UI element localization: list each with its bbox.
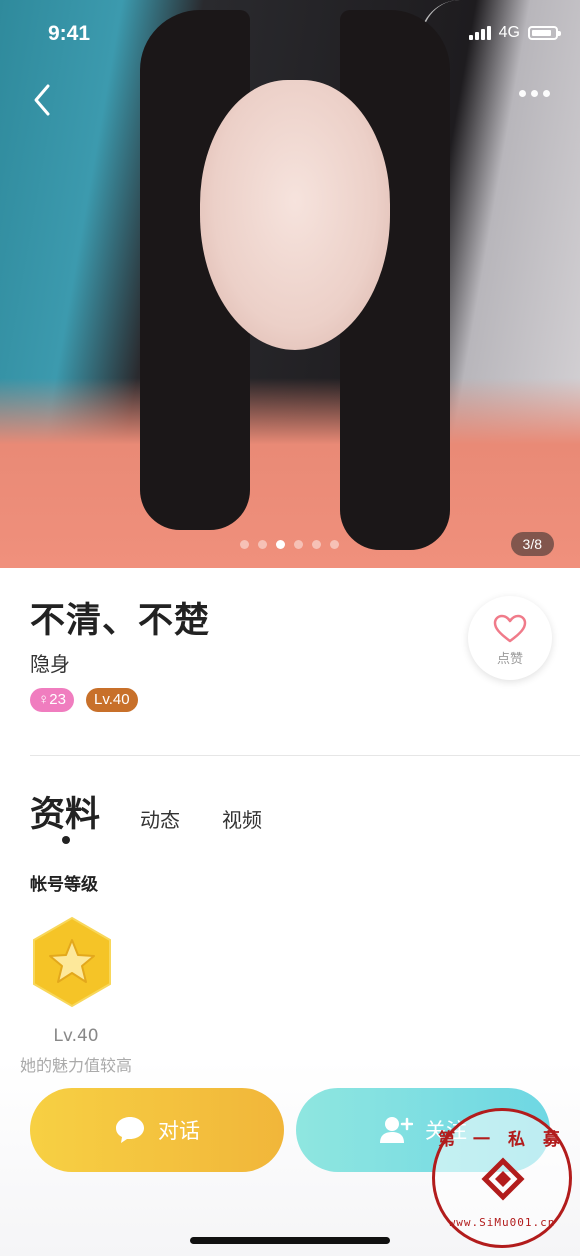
chat-button[interactable]: 对话 [30,1088,284,1172]
profile-status: 隐身 [30,652,70,676]
like-button[interactable]: 点赞 [468,596,552,680]
home-indicator [190,1237,390,1244]
more-icon [531,90,538,97]
watermark-seal: 第 一 私 募 www.SiMu001.cn [432,1108,572,1248]
gallery-dot [240,540,249,549]
status-bar: 9:41 4G [0,18,580,54]
chat-bubble-icon [116,1117,144,1143]
add-user-icon [380,1117,413,1143]
gallery-dot [276,540,285,549]
more-icon [519,90,526,97]
tab-profile-info[interactable]: 资料 [30,786,100,837]
profile-name: 不清、不楚 [30,601,211,641]
network-label: 4G [498,24,520,41]
tab-videos[interactable]: 视频 [222,804,262,833]
active-tab-indicator [62,836,70,844]
gallery-dot [294,540,303,549]
divider [30,755,580,756]
back-button[interactable] [30,82,66,122]
profile-photo[interactable] [0,0,580,568]
like-label: 点赞 [496,652,523,667]
more-icon [543,90,550,97]
gallery-dot [312,540,321,549]
gallery-dot [330,540,339,549]
gallery-page-indicator [240,540,339,549]
more-options-button[interactable] [519,90,550,97]
watermark-bottom-text: www.SiMu001.cn [448,1216,556,1229]
level-star-icon [30,916,114,1012]
chat-label: 对话 [158,1119,200,1143]
account-level-value: Lv.40 [53,1026,99,1046]
status-time: 9:41 [48,22,91,45]
gallery-dot [258,540,267,549]
chevron-left-icon [34,84,50,116]
signal-icon [468,26,491,40]
heart-icon [493,614,527,643]
watermark-logo-icon [481,1157,525,1201]
age-badge: ♀23 [30,688,74,712]
account-level-description: 她的魅力值较高 [19,1056,132,1075]
gallery-counter: 3/8 [510,532,554,556]
status-indicators: 4G [468,24,561,42]
battery-icon [528,26,561,40]
account-level-title: 帐号等级 [30,875,98,895]
watermark-top-text: 第 一 私 募 [438,1130,566,1150]
photo-face [200,80,390,350]
tab-moments[interactable]: 动态 [140,804,180,833]
level-badge: Lv.40 [86,688,138,712]
